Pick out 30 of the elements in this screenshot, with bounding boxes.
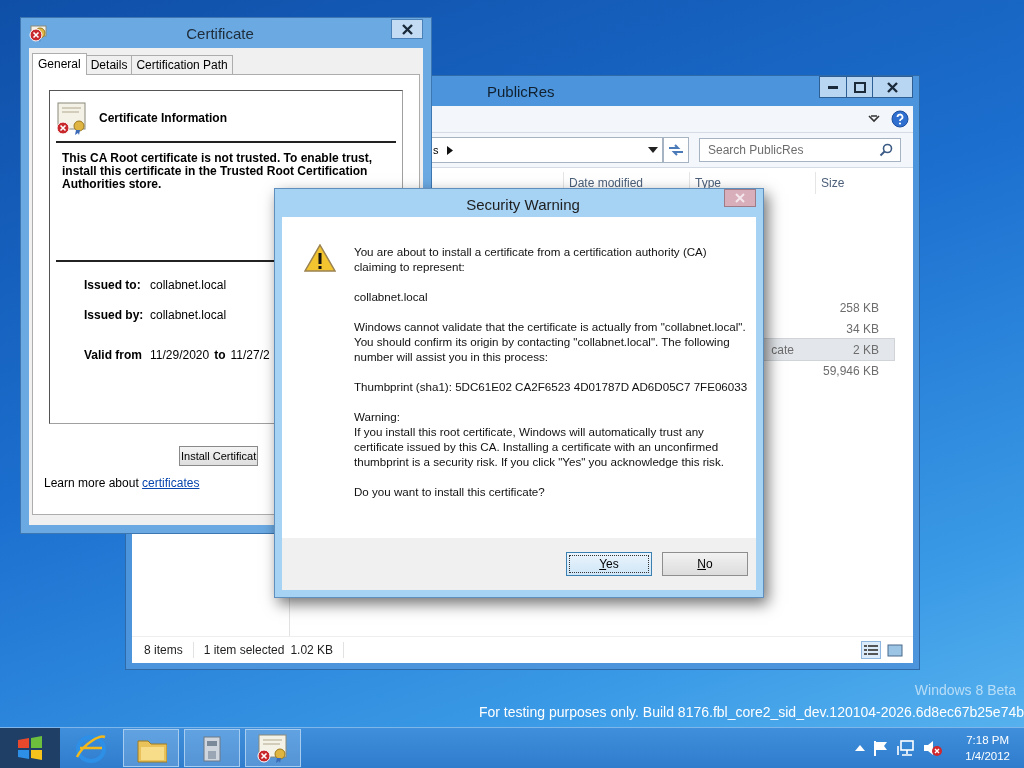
field-label: Issued by: <box>84 308 145 322</box>
field-value: 11/29/2020 <box>150 348 210 362</box>
clock-time: 7:18 PM <box>966 733 1010 748</box>
field-value: collabnet.local <box>150 278 227 292</box>
field-value: 11/27/2 <box>230 348 270 362</box>
file-size: 34 KB <box>845 321 879 336</box>
dialog-message: Windows cannot validate that the certificate is actually from "collabnet.local". You should confirm its origin by contacting "collabnet.local". The following number will assist you in this process: <box>354 319 747 364</box>
edition-watermark: Windows 8 Beta <box>914 682 1017 698</box>
build-watermark: For testing purposes only. Build 8176.fbl_core2_sid_dev.120104-2026.6d8ec67b25e74b <box>478 704 1024 720</box>
address-text: s <box>432 144 439 156</box>
selection-size: 1.02 KB <box>290 643 334 657</box>
window-title: PublicRes <box>486 82 556 100</box>
file-size: 2 KB <box>852 342 879 357</box>
dialog-message: Thumbprint (sha1): 5DC61E02 CA2F6523 4D01787D AD6D05C7 7FE06033 <box>354 379 749 394</box>
field-label: Valid from <box>84 348 143 362</box>
window-title: Certificate <box>185 24 255 42</box>
window-title: Security Warning <box>465 195 581 213</box>
file-type: cate <box>771 342 794 357</box>
dialog-message: Warning: If you install this root certificate, Windows will automatically trust any certificate issued by this CA. Installing a certificate with an unconfirmed thumbprint is a security risk. If you click "Yes" you acknowledge this risk. <box>354 409 725 469</box>
clock-date: 1/4/2012 <box>965 749 1010 764</box>
file-size: 59,946 KB <box>821 363 879 378</box>
dialog-message: Do you want to install this certificate? <box>354 484 546 499</box>
file-size: 258 KB <box>838 300 879 315</box>
selection-info: 1 item selected <box>203 643 285 657</box>
field-label: to <box>214 348 226 362</box>
item-count: 8 items <box>144 643 183 657</box>
field-label: Issued to: <box>84 278 142 292</box>
dialog-message: collabnet.local <box>354 289 429 304</box>
field-value: collabnet.local <box>150 308 227 322</box>
section-heading: Certificate Information <box>99 111 227 125</box>
